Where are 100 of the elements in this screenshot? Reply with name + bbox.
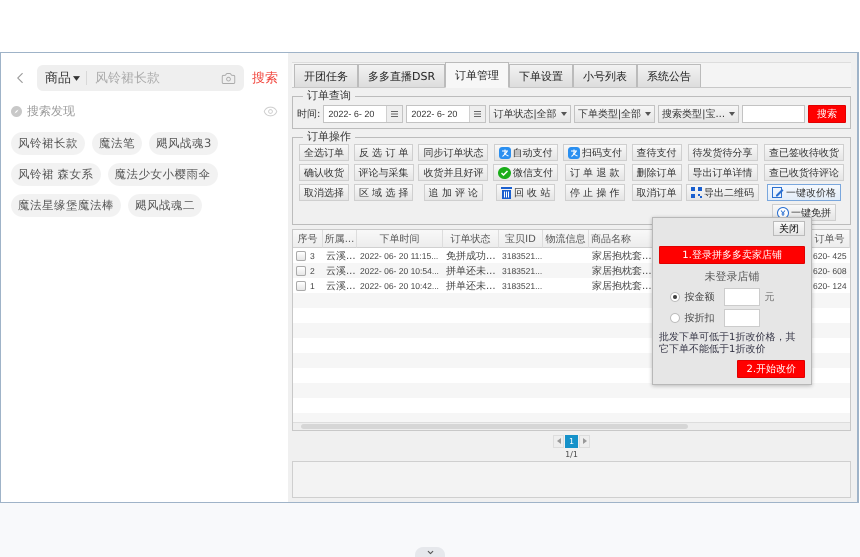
column-header[interactable]: 序号 [293,230,323,248]
table-cell: 2022- 06- 20 10:54... [360,266,439,276]
table-cell-text: 云溪... [326,264,356,278]
table-cell: 620- 425 [813,250,847,260]
search-input[interactable] [742,105,805,123]
action-button[interactable]: 删除订单 [632,164,682,181]
search-field[interactable]: 商品 风铃裙长款 [37,65,244,91]
tab[interactable]: 订单管理 [445,62,510,88]
table-cell: 2022- 06- 20 10:42... [360,280,439,290]
table-cell-text: 拼单还未... [446,280,496,292]
column-header[interactable]: 物流信息 [543,230,589,248]
search-tag[interactable]: 魔法星缘堡魔法棒 [11,194,121,217]
action-button[interactable]: 全选订单 [299,144,349,161]
search-tag[interactable]: 魔法笔 [92,132,142,155]
table-cell: 620- 124 [813,280,847,290]
payment-icon [568,146,580,158]
tab[interactable]: 小号列表 [573,64,638,87]
mode-label: 按金额 [684,290,716,304]
calendar-icon[interactable] [474,111,482,117]
start-button[interactable]: 2.开始改价 [737,360,805,378]
table-cell-text: 家居抱枕套... [592,250,652,262]
action-button[interactable]: 查已签收待收货 [764,144,844,161]
value-input[interactable] [724,309,760,327]
previous-page-button[interactable] [553,434,564,448]
edit-icon [772,186,784,198]
date-field[interactable]: 2022- 6- 20 [406,105,486,123]
column-header[interactable]: 订单状态 [443,230,499,248]
calendar-icon[interactable] [391,111,398,117]
filter-dropdown[interactable]: 订单状态|全部 [489,105,571,123]
table-cell-text: 家居抱枕套... [592,264,652,278]
column-header[interactable]: 下单时间 [357,230,443,248]
table-cell-text: 云溪... [326,280,356,292]
action-button[interactable]: 微信支付 [493,164,558,181]
tab[interactable]: 下单设置 [509,64,574,87]
tab[interactable]: 开团任务 [294,64,358,87]
eye-icon[interactable] [263,104,278,119]
next-page-button[interactable] [579,434,590,448]
action-button[interactable]: 收货并且好评 [418,164,488,181]
action-button[interactable]: 查已收货待评论 [764,164,844,181]
row-checkbox[interactable] [296,266,306,276]
login-button[interactable]: 1.登录拼多多卖家店铺 [659,246,805,264]
action-button[interactable]: 反 选 订 单 [354,144,414,161]
action-button[interactable]: 导出二维码 [686,184,760,201]
mode-label: 按折扣 [684,312,716,325]
action-button[interactable]: 查待支付 [632,144,682,161]
action-button[interactable]: 回 收 站 [496,184,556,201]
action-button[interactable]: 追 加 评 论 [424,184,484,201]
search-tag[interactable]: 飓风战魂3 [149,132,218,155]
action-button[interactable]: 取消选择 [299,184,349,201]
action-button[interactable]: 区 域 选 择 [354,184,414,201]
action-button[interactable]: 一键改价格 [766,184,841,201]
caret-icon [560,112,567,116]
log-text-area[interactable] [292,460,851,498]
coin-icon [776,206,789,218]
action-button[interactable]: 确认收货 [299,164,349,181]
row-checkbox[interactable] [296,280,306,290]
filter-dropdown[interactable]: 搜索类型|宝... [658,105,740,123]
tab[interactable]: 多多直播DSR [358,64,446,87]
section-title: 搜索发现 [27,103,75,120]
date-field[interactable]: 2022- 6- 20 [323,105,404,123]
radio-button[interactable] [670,313,680,323]
column-header[interactable]: 所属... [323,230,357,248]
search-tag[interactable]: 风铃裙 森女系 [11,163,101,186]
column-header[interactable]: 订单号 [810,230,850,248]
search-tag[interactable]: 魔法少女小樱雨伞 [108,163,218,186]
close-button[interactable]: 关闭 [773,221,805,236]
payment-icon [498,146,511,158]
group-title: 订单查询 [306,90,352,102]
row-checkbox[interactable] [296,250,306,260]
camera-icon[interactable] [221,70,236,86]
action-button[interactable]: 取消订单 [632,184,682,201]
chat-check-icon [498,166,512,178]
page-summary: 1/1 [564,450,579,459]
filter-dropdown[interactable]: 下单类型|全部 [574,105,656,123]
search-tag[interactable]: 飓风战魂二 [128,194,202,217]
action-button[interactable]: 自动支付 [494,144,558,161]
triangle-right-icon [582,438,586,444]
radio-button[interactable] [670,292,680,302]
value-input[interactable] [724,288,760,306]
action-button[interactable]: 待发货待分享 [688,144,758,161]
search-button[interactable]: 搜索 [252,69,278,87]
group-title: 订单操作 [306,131,352,143]
action-button[interactable]: 扫码支付 [562,144,627,161]
action-button[interactable]: 订 单 退 款 [565,164,625,181]
column-header[interactable]: 宝贝ID [499,230,543,248]
pull-tab[interactable] [415,547,445,557]
note-text: 批发下单可低于1折改价格，其它下单不能低于1折改价 [659,332,796,356]
table-cell-text: 家居抱枕套... [592,280,652,292]
search-tag[interactable]: 风铃裙长款 [11,132,85,155]
table-cell-text: 云溪... [326,250,356,262]
action-button[interactable]: 停 止 操 作 [565,184,625,201]
action-button[interactable]: 同步订单状态 [418,144,488,161]
search-button[interactable]: 搜索 [808,105,846,123]
tab[interactable]: 系统公告 [637,64,702,87]
action-button[interactable]: 导出订单详情 [688,164,758,181]
compass-icon [11,106,22,117]
category-dropdown[interactable]: 商品 [45,69,80,87]
page-button[interactable]: 1 [565,434,578,448]
triangle-left-icon [556,438,560,444]
action-button[interactable]: 评论与采集 [354,164,414,181]
